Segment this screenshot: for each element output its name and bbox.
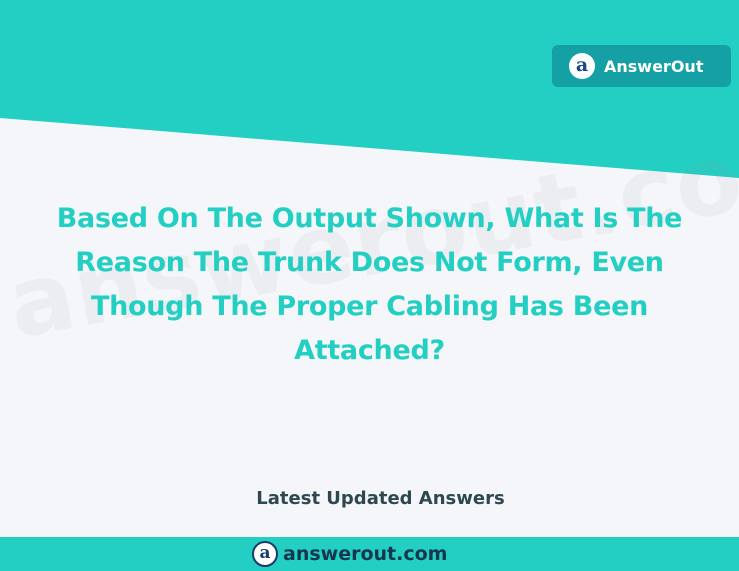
headline-line-3: Though The Proper Cabling Has Been	[90, 291, 649, 322]
footer-domain: answerout.com	[283, 543, 448, 565]
footer-logo-icon: a	[252, 541, 278, 567]
headline-line-4: Attached?	[294, 335, 445, 366]
badge-label: AnswerOut	[604, 56, 704, 76]
answerout-logo-icon: a	[569, 53, 595, 79]
answerout-badge[interactable]: a AnswerOut	[552, 45, 731, 87]
logo-glyph: a	[575, 53, 589, 76]
answer-card-banner: answerout.com a AnswerOut Based On The O…	[0, 0, 739, 571]
footer-brand-link[interactable]: a answerout.com	[252, 541, 447, 567]
headline-line-1: Based On The Output Shown, What Is The	[56, 203, 683, 234]
headline-line-2: Reason The Trunk Does Not Form, Even	[75, 247, 664, 278]
footer-logo-glyph: a	[259, 542, 271, 563]
latest-answers-subtitle: Latest Updated Answers	[256, 488, 505, 509]
footer-bar: a answerout.com	[0, 537, 739, 571]
question-headline: Based On The Output Shown, What Is The R…	[0, 197, 739, 373]
